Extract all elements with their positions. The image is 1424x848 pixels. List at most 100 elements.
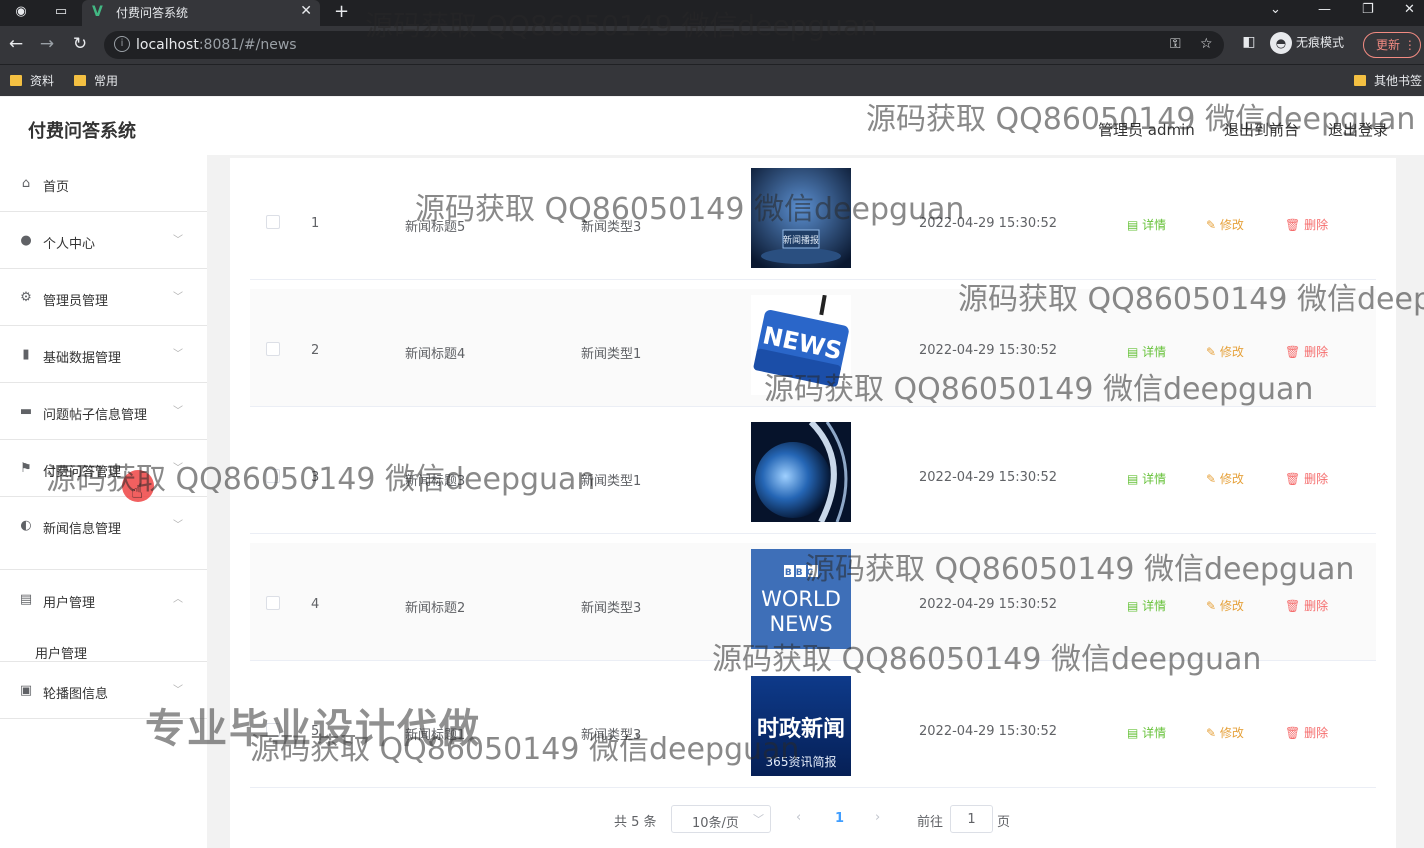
browser-address-bar: ← → ↻ i localhost:8081/#/news ⚿ ☆ ◧ ◓ 无痕模… — [0, 26, 1424, 64]
browser-tab-active[interactable]: V 付费问答系统 ✕ — [82, 0, 320, 26]
prev-page-button[interactable]: ‹ — [796, 810, 801, 825]
clipboard-icon: ▤ — [19, 592, 33, 607]
news-thumbnail: BBC WORLD NEWS — [751, 549, 851, 649]
url-input[interactable]: i localhost:8081/#/news ⚿ ☆ — [104, 31, 1224, 59]
detail-button[interactable]: ▤ 详情 — [1127, 724, 1166, 741]
bookmark-folder-ziliao[interactable]: 资料 — [10, 72, 54, 89]
admin-label: 管理员 admin — [1098, 121, 1195, 139]
settings-icon: ⚙ — [20, 290, 32, 305]
chevron-down-icon: ﹀ — [173, 463, 183, 474]
edit-button[interactable]: ✎ 修改 — [1206, 216, 1244, 233]
edit-button[interactable]: ✎ 修改 — [1206, 470, 1244, 487]
image-icon: ▣ — [19, 683, 33, 698]
table-row: 2 新闻标题4 新闻类型1 NEWS 2022-04-29 15:30:52 ▤… — [250, 289, 1376, 407]
browser-tab-bar: ◉ ▭ V 付费问答系统 ✕ + ⌄ — ❐ ✕ — [0, 0, 1424, 26]
cell-time: 2022-04-29 15:30:52 — [919, 597, 1058, 612]
sidebar-item-basedata[interactable]: ▮ 基础数据管理 ﹀ — [0, 326, 207, 383]
row-checkbox[interactable] — [266, 596, 280, 610]
delete-button[interactable]: 🗑 删除 — [1285, 216, 1328, 233]
chevron-down-icon: ﹀ — [173, 349, 183, 360]
delete-button[interactable]: 🗑 删除 — [1285, 470, 1328, 487]
row-checkbox[interactable] — [266, 469, 280, 483]
profile-icon[interactable]: ◉ — [12, 3, 30, 21]
cell-type: 新闻类型1 — [581, 347, 642, 362]
row-checkbox[interactable] — [266, 342, 280, 356]
chevron-down-icon: ﹀ — [753, 813, 764, 826]
edit-button[interactable]: ✎ 修改 — [1206, 343, 1244, 360]
tab-title: 付费问答系统 — [116, 6, 189, 20]
cell-type: 新闻类型3 — [581, 601, 642, 616]
pagination-total: 共 5 条 — [614, 815, 657, 830]
cell-index: 3 — [311, 470, 320, 485]
delete-button[interactable]: 🗑 删除 — [1285, 724, 1328, 741]
cell-title: 新闻标题5 — [405, 220, 466, 235]
delete-button[interactable]: 🗑 删除 — [1285, 343, 1328, 360]
promo-watermark: 专业毕业设计代做 — [145, 706, 481, 752]
sidebar-item-news[interactable]: ◐ 新闻信息管理 ﹀ — [0, 497, 207, 570]
cell-title: 新闻标题3 — [405, 474, 466, 489]
chevron-down-icon: ﹀ — [173, 685, 183, 696]
sidebar-item-users[interactable]: ▤ 用户管理 ︿ — [0, 570, 207, 662]
cell-type: 新闻类型1 — [581, 474, 642, 489]
reload-icon[interactable]: ↻ — [70, 34, 90, 54]
thumbnail-caption: 新闻播报 — [783, 234, 819, 246]
detail-button[interactable]: ▤ 详情 — [1127, 470, 1166, 487]
edit-button[interactable]: ✎ 修改 — [1206, 724, 1244, 741]
next-page-button[interactable]: › — [875, 810, 880, 825]
key-icon[interactable]: ⚿ — [1170, 36, 1181, 52]
new-tab-icon[interactable]: + — [334, 1, 349, 22]
bookmark-folder-changyong[interactable]: 常用 — [74, 72, 118, 89]
chevron-down-icon: ﹀ — [173, 235, 183, 246]
back-icon[interactable]: ← — [6, 34, 26, 54]
tab-search-icon[interactable]: ▭ — [52, 3, 70, 21]
goto-page-input[interactable] — [950, 805, 993, 833]
restore-icon[interactable]: ❐ — [1362, 2, 1374, 17]
chart-icon: ▮ — [22, 347, 30, 362]
chevron-down-icon: ﹀ — [173, 406, 183, 417]
detail-button[interactable]: ▤ 详情 — [1127, 597, 1166, 614]
row-checkbox[interactable] — [266, 215, 280, 229]
folder-icon — [74, 75, 86, 86]
news-thumbnail — [751, 422, 851, 522]
delete-button[interactable]: 🗑 删除 — [1285, 597, 1328, 614]
url-text: localhost:8081/#/news — [136, 37, 297, 53]
site-info-icon[interactable]: i — [114, 36, 130, 52]
update-button[interactable]: 更新 ⋮ — [1363, 32, 1421, 58]
detail-button[interactable]: ▤ 详情 — [1127, 343, 1166, 360]
back-to-front-link[interactable]: 退出到前台 — [1224, 119, 1299, 140]
svg-text:NEWS: NEWS — [769, 612, 832, 636]
sidebar-toggle-icon[interactable]: ◧ — [1239, 34, 1259, 50]
cell-type: 新闻类型3 — [581, 220, 642, 235]
page-suffix: 页 — [997, 815, 1011, 830]
globe-icon: ◐ — [20, 518, 32, 533]
bookmark-star-icon[interactable]: ☆ — [1200, 36, 1213, 52]
table-row: 1 新闻标题5 新闻类型3 新闻播报 2022-04-29 15:30:52 ▤… — [250, 162, 1376, 280]
close-window-icon[interactable]: ✕ — [1404, 2, 1415, 17]
sidebar-item-personal[interactable]: ● 个人中心 ﹀ — [0, 212, 207, 269]
sidebar-item-admins[interactable]: ⚙ 管理员管理 ﹀ — [0, 269, 207, 326]
edit-button[interactable]: ✎ 修改 — [1206, 597, 1244, 614]
sidebar-item-home[interactable]: ⌂ 首页 — [0, 155, 207, 212]
detail-button[interactable]: ▤ 详情 — [1127, 216, 1166, 233]
forward-icon[interactable]: → — [37, 34, 57, 54]
logout-link[interactable]: 退出登录 — [1328, 119, 1388, 140]
cell-time: 2022-04-29 15:30:52 — [919, 724, 1058, 739]
minimize-icon[interactable]: — — [1318, 2, 1331, 17]
tab-list-icon[interactable]: ⌄ — [1270, 2, 1281, 17]
page-size-select[interactable]: 10条/页 ﹀ — [671, 805, 771, 833]
sidebar-item-posts[interactable]: ▬ 问题帖子信息管理 ﹀ — [0, 383, 207, 440]
goto-label: 前往 — [917, 815, 944, 830]
bookmarks-bar: 资料 常用 其他书签 — [0, 64, 1424, 96]
home-icon: ⌂ — [21, 176, 31, 191]
cell-title: 新闻标题4 — [405, 347, 466, 362]
sidebar-item-paid-qa[interactable]: ⚑ 付费问答管理 ﹀ — [0, 440, 207, 497]
cell-index: 4 — [311, 597, 320, 612]
submenu-user-management[interactable]: 用户管理 — [35, 643, 87, 662]
user-icon: ● — [20, 233, 32, 248]
page-number-current[interactable]: 1 — [835, 811, 844, 826]
incognito-indicator[interactable]: ◓ 无痕模式 — [1270, 32, 1344, 54]
bookmark-folder-other[interactable]: 其他书签 — [1354, 72, 1422, 89]
cell-type: 新闻类型3 — [581, 728, 642, 743]
tab-close-icon[interactable]: ✕ — [300, 3, 312, 19]
chevron-down-icon: ﹀ — [173, 292, 183, 303]
